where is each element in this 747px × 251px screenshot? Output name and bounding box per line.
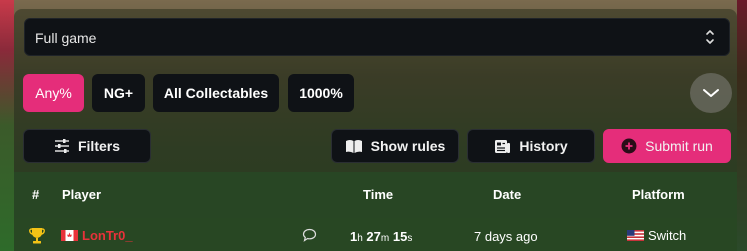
canada-flag-icon [61,230,78,241]
run-time-hours-unit: h [357,233,363,244]
background-art-left [0,0,14,251]
platform-cell: Switch [627,228,686,243]
trophy-icon [29,228,45,244]
column-header-player[interactable]: Player [62,187,101,202]
platform-name: Switch [648,228,687,243]
book-open-icon [345,139,362,153]
sliders-icon [54,139,69,153]
filter-chip-ng-plus[interactable]: NG+ [92,74,145,112]
filter-chip-label: All Collectables [163,85,269,101]
filter-chip-label: Any% [35,85,72,101]
comment-icon[interactable] [302,228,317,242]
run-time: 1h 27m 15s [350,229,412,244]
run-date: 7 days ago [474,229,538,244]
table-header: # Player Time Date Platform [14,172,737,218]
filters-button-label: Filters [77,138,120,154]
submit-run-button-label: Submit run [645,138,713,154]
run-time-seconds-unit: s [407,233,413,244]
filter-chip-1000-percent[interactable]: 1000% [288,74,354,112]
filter-chip-label: 1000% [299,85,343,101]
expand-categories-button[interactable] [690,73,732,113]
table-row[interactable]: LonTr0_ 1h 27m 15s 7 days ago Switch [14,218,737,251]
player-name-link[interactable]: LonTr0_ [82,228,133,243]
filter-chip-label: NG+ [103,85,134,101]
category-select[interactable]: Full game [24,18,730,56]
usa-flag-icon [627,230,644,241]
run-time-seconds: 15 [392,229,408,244]
plus-circle-icon [621,138,637,154]
filters-button[interactable]: Filters [23,129,151,163]
column-header-platform[interactable]: Platform [632,187,685,202]
newspaper-icon [495,139,511,153]
show-rules-button[interactable]: Show rules [331,129,459,163]
chevron-up-down-icon [706,30,714,44]
column-header-time[interactable]: Time [363,187,393,202]
player-cell: LonTr0_ [61,228,133,243]
background-art-right [737,0,747,251]
category-select-value: Full game [35,30,97,46]
run-time-minutes: 27 [366,229,381,244]
column-header-rank[interactable]: # [32,187,39,202]
submit-run-button[interactable]: Submit run [603,129,731,163]
chevron-down-icon [703,89,719,97]
filter-chip-all-collectables[interactable]: All Collectables [153,74,279,112]
filter-chip-any-percent[interactable]: Any% [23,74,84,112]
column-header-date[interactable]: Date [493,187,521,202]
run-time-minutes-unit: m [380,233,390,244]
history-button[interactable]: History [467,129,595,163]
history-button-label: History [519,138,568,154]
show-rules-button-label: Show rules [370,138,446,154]
